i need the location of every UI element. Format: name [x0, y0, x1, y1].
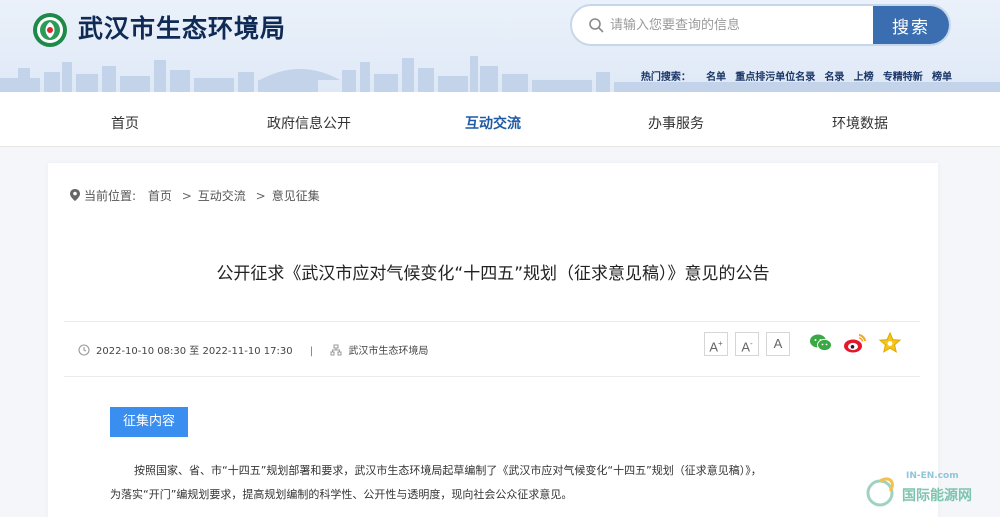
- search-button[interactable]: 搜索: [873, 6, 949, 44]
- watermark-cn: 国际能源网: [902, 488, 972, 504]
- hot-search-item[interactable]: 专精特新: [883, 72, 923, 83]
- hot-search-item[interactable]: 名录: [824, 72, 844, 83]
- search-input[interactable]: [610, 6, 870, 44]
- site-title[interactable]: 武汉市生态环境局: [78, 12, 286, 46]
- nav-item-interaction[interactable]: 互动交流: [438, 92, 548, 147]
- org-icon: [330, 344, 342, 356]
- location-pin-icon: [70, 189, 80, 201]
- breadcrumb-home[interactable]: 首页: [148, 189, 172, 203]
- publisher: 武汉市生态环境局: [348, 346, 429, 357]
- article-card: 当前位置: 首页 > 互动交流 > 意见征集 公开征求《武汉市应对气候变化“十四五”…: [48, 163, 938, 517]
- breadcrumb: 当前位置: 首页 > 互动交流 > 意见征集: [70, 187, 320, 204]
- section-tag-button[interactable]: 征集内容: [110, 407, 188, 437]
- breadcrumb-interaction[interactable]: 互动交流: [198, 189, 246, 203]
- article-body: 按照国家、省、市“十四五”规划部署和要求，武汉市生态环境局起草编制了《武汉市应对…: [110, 459, 890, 507]
- watermark-leaf-icon: [866, 477, 894, 507]
- hot-search-item[interactable]: 名单: [706, 72, 726, 83]
- meta-divider: |: [309, 346, 314, 357]
- hot-search-item[interactable]: 重点排污单位名录: [735, 72, 815, 83]
- breadcrumb-separator: >: [181, 189, 192, 203]
- plus-icon: +: [718, 339, 723, 348]
- logo-emblem-icon[interactable]: [32, 12, 68, 48]
- font-reset-button[interactable]: A: [766, 332, 790, 356]
- article-title: 公开征求《武汉市应对气候变化“十四五”规划（征求意见稿）》意见的公告: [216, 264, 770, 284]
- nav-item-home[interactable]: 首页: [70, 92, 180, 147]
- article-meta: 2022-10-10 08:30 至 2022-11-10 17:30 | 武汉…: [64, 321, 920, 377]
- breadcrumb-label: 当前位置:: [84, 189, 137, 203]
- breadcrumb-current[interactable]: 意见征集: [272, 189, 320, 203]
- watermark-logo: IN-EN.com 国际能源网: [856, 463, 996, 513]
- minus-icon: -: [750, 339, 753, 348]
- paragraph-line: 按照国家、省、市“十四五”规划部署和要求，武汉市生态环境局起草编制了《武汉市应对…: [134, 464, 762, 477]
- font-default-label: A: [741, 339, 750, 355]
- font-default-button[interactable]: A-: [735, 332, 759, 356]
- font-reset-label: A: [773, 336, 783, 351]
- hot-search-item[interactable]: 上榜: [854, 72, 874, 83]
- nav-item-gov-info[interactable]: 政府信息公开: [254, 92, 364, 147]
- nav-item-services[interactable]: 办事服务: [621, 92, 731, 147]
- hot-search-label: 热门搜索：: [640, 72, 691, 83]
- weibo-icon[interactable]: [842, 330, 868, 356]
- watermark-en: IN-EN.com: [906, 471, 959, 481]
- meta-info: 2022-10-10 08:30 至 2022-11-10 17:30 | 武汉…: [78, 342, 428, 357]
- paragraph-line: 为落实“开门”编规划要求，提高规划编制的科学性、公开性与透明度，现向社会公众征求…: [110, 488, 573, 501]
- hot-search-item[interactable]: 榜单: [932, 72, 952, 83]
- main-nav: 首页 政府信息公开 互动交流 办事服务 环境数据: [0, 92, 1000, 147]
- hot-search: 热门搜索： 名单 重点排污单位名录 名录 上榜 专精特新 榜单: [641, 68, 952, 83]
- font-larger-button[interactable]: A+: [704, 332, 728, 356]
- clock-icon: [78, 344, 90, 356]
- nav-item-env-data[interactable]: 环境数据: [805, 92, 915, 147]
- time-range: 2022-10-10 08:30 至 2022-11-10 17:30: [96, 346, 293, 357]
- wechat-icon[interactable]: [808, 330, 834, 356]
- search-bar: 搜索: [570, 4, 951, 46]
- site-header: 武汉市生态环境局 搜索 热门搜索： 名单 重点排污单位名录 名录 上榜 专精特新…: [0, 0, 1000, 92]
- favorite-star-icon[interactable]: [877, 330, 903, 356]
- font-larger-label: A: [709, 339, 718, 355]
- search-icon: [589, 18, 604, 33]
- breadcrumb-separator: >: [255, 189, 266, 203]
